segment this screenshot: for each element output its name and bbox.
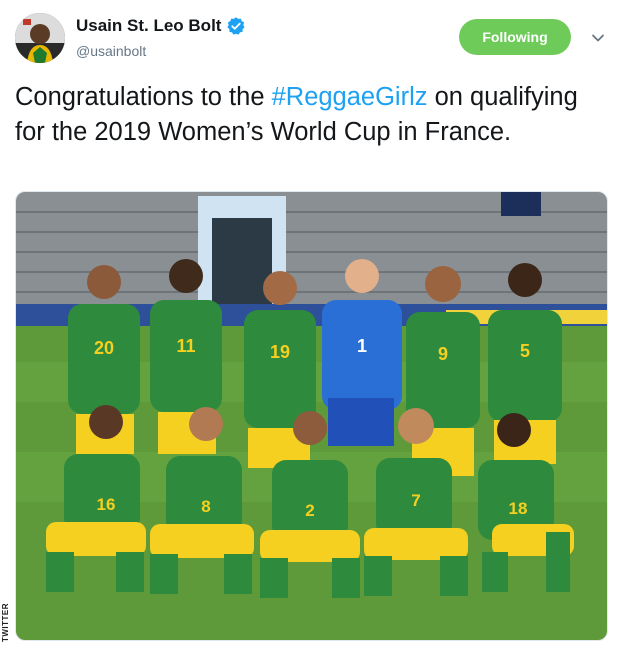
svg-text:11: 11	[176, 336, 195, 356]
svg-text:9: 9	[438, 344, 448, 364]
svg-text:1: 1	[357, 336, 367, 356]
svg-text:5: 5	[520, 341, 530, 361]
avatar-image	[15, 13, 65, 63]
tweet-text: Congratulations to the #ReggaeGirlz on q…	[15, 80, 610, 150]
svg-text:19: 19	[270, 342, 290, 362]
svg-text:7: 7	[411, 491, 420, 510]
chevron-down-icon[interactable]	[590, 30, 606, 46]
profile-avatar[interactable]	[15, 13, 65, 63]
tweet-photo[interactable]: 20 11 19 1 9 5 16 8 2 7 18	[15, 191, 608, 641]
author-name-row: Usain St. Leo Bolt	[76, 16, 246, 36]
tweet-card: Usain St. Leo Bolt @usainbolt Following …	[0, 0, 624, 648]
hashtag-link[interactable]: #ReggaeGirlz	[272, 83, 428, 111]
following-button[interactable]: Following	[459, 19, 571, 55]
svg-text:8: 8	[201, 497, 210, 516]
author-handle[interactable]: @usainbolt	[76, 43, 146, 59]
svg-text:20: 20	[94, 338, 114, 358]
team-photo-image: 20 11 19 1 9 5 16 8 2 7 18	[16, 192, 607, 640]
author-display-name[interactable]: Usain St. Leo Bolt	[76, 16, 221, 36]
verified-badge-icon	[227, 17, 246, 35]
svg-text:16: 16	[97, 495, 116, 514]
watermark-label: TWITTER	[1, 602, 10, 642]
svg-text:2: 2	[305, 501, 314, 520]
tweet-text-intro: Congratulations to the	[15, 83, 272, 111]
twitter-watermark: TWITTER	[1, 596, 12, 642]
svg-text:18: 18	[509, 499, 528, 518]
